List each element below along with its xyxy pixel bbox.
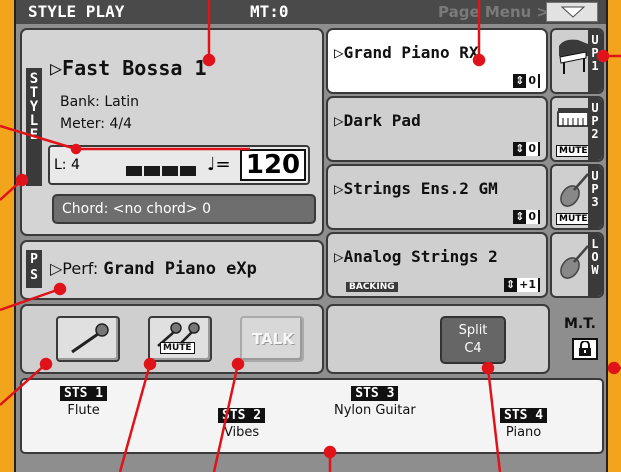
grand-piano-icon	[559, 39, 588, 74]
track-upper-1[interactable]: ▷Grand Piano RX ⇕ 0	[326, 28, 548, 94]
sts-tag: STS 2	[218, 408, 266, 423]
performance-name: Grand Piano eXp	[103, 259, 257, 279]
microphone-mute-button[interactable]: MUTE	[148, 316, 212, 362]
mute-tag: MUTE	[556, 213, 591, 225]
octave-indicator: ⇕ +1	[503, 278, 540, 292]
style-name[interactable]: ▷Fast Bossa 1	[50, 56, 207, 80]
sts-name: Flute	[67, 403, 100, 418]
bottom-strip	[16, 456, 606, 472]
split-point-button[interactable]: Split C4	[440, 316, 506, 364]
track-upper-3-icon-button[interactable]: MUTE UP3	[550, 164, 604, 230]
split-label: Split	[458, 323, 488, 338]
microphone-button[interactable]	[56, 316, 120, 362]
page-menu-button[interactable]	[546, 2, 598, 22]
page-menu-label: Page Menu >	[438, 3, 550, 21]
track-upper-3-side-label: UP3	[588, 166, 602, 228]
microphone-controls: MUTE TALK	[20, 304, 324, 374]
backing-badge: BACKING	[346, 282, 398, 292]
track-sound-name: ▷Analog Strings 2	[334, 247, 498, 266]
chord-display: Chord: <no chord> 0	[52, 194, 316, 224]
octave-indicator: ⇕ 0	[513, 210, 540, 224]
track-upper-3[interactable]: ▷Strings Ens.2 GM ⇕ 0	[326, 164, 548, 230]
lock-icon	[579, 341, 591, 356]
tempo-note-symbol: ♩=	[207, 154, 231, 175]
track-lower[interactable]: ▷Analog Strings 2 BACKING ⇕ +1	[326, 232, 548, 298]
track-sound-name: ▷Dark Pad	[334, 111, 421, 130]
sts-name: Nylon Guitar	[334, 403, 416, 418]
performance-line[interactable]: ▷Perf: Grand Piano eXp	[50, 259, 257, 279]
beat-indicator	[126, 161, 198, 180]
triangle-down-icon	[561, 6, 585, 18]
track-upper-2[interactable]: ▷Dark Pad ⇕ 0	[326, 96, 548, 162]
sts-4[interactable]: STS 4 Piano	[500, 408, 548, 440]
sts-1[interactable]: STS 1 Flute	[60, 386, 108, 418]
octave-indicator: ⇕ 0	[513, 142, 540, 156]
sts-panel: STS 1 Flute STS 2 Vibes STS 3 Nylon Guit…	[20, 378, 604, 454]
master-transpose-readout: MT:0	[250, 2, 289, 21]
tempo-area[interactable]: L: 4 ♩= 120	[48, 145, 310, 185]
mute-tag: MUTE	[556, 145, 591, 157]
sts-2[interactable]: STS 2 Vibes	[218, 408, 266, 440]
tempo-value[interactable]: 120	[240, 149, 306, 181]
performance-prefix: ▷Perf:	[50, 259, 99, 278]
sts-3[interactable]: STS 3 Nylon Guitar	[334, 386, 416, 418]
track-upper-2-icon-button[interactable]: MUTE UP2	[550, 96, 604, 162]
track-sound-name: ▷Grand Piano RX	[334, 43, 479, 62]
keyboard-display: STYLE PLAY MT:0 Page Menu > STYLE ▷Fast …	[14, 0, 608, 472]
performance-tab: PS	[26, 250, 42, 288]
sts-tag: STS 1	[60, 386, 108, 401]
track-lower-side-label: LOW	[588, 234, 602, 296]
split-note: C4	[464, 341, 482, 356]
style-length: L: 4	[54, 157, 80, 173]
sts-name: Vibes	[223, 425, 260, 440]
synthesizer-icon	[557, 108, 589, 127]
style-tab: STYLE	[26, 68, 42, 186]
track-upper-1-side-label: UP1	[588, 30, 602, 92]
sts-tag: STS 3	[351, 386, 399, 401]
microphone-icon	[71, 323, 109, 354]
talk-label: TALK	[252, 330, 294, 348]
style-bank: Bank: Latin	[60, 94, 139, 110]
track-upper-2-side-label: UP2	[588, 98, 602, 160]
master-transpose-lock-button[interactable]	[572, 338, 598, 360]
violin-icon	[560, 245, 589, 279]
sts-tag: STS 4	[500, 408, 548, 423]
track-upper-1-icon-button[interactable]: UP1	[550, 28, 604, 94]
sts-name: Piano	[505, 425, 542, 440]
performance-panel[interactable]: PS ▷Perf: Grand Piano eXp	[20, 240, 324, 300]
octave-indicator: ⇕ 0	[513, 74, 540, 88]
title-bar: STYLE PLAY MT:0 Page Menu >	[16, 0, 606, 24]
master-transpose-label: M.T.	[564, 316, 596, 332]
track-sound-name: ▷Strings Ens.2 GM	[334, 179, 498, 198]
mute-tag: MUTE	[160, 342, 195, 354]
page-title: STYLE PLAY	[28, 2, 125, 21]
style-meter: Meter: 4/4	[60, 116, 133, 132]
track-lower-icon-button[interactable]: LOW	[550, 232, 604, 298]
style-panel[interactable]: STYLE ▷Fast Bossa 1 Bank: Latin Meter: 4…	[20, 28, 324, 236]
talk-button[interactable]: TALK	[240, 316, 304, 362]
split-panel: Split C4	[326, 304, 550, 374]
violin-icon	[560, 173, 589, 207]
